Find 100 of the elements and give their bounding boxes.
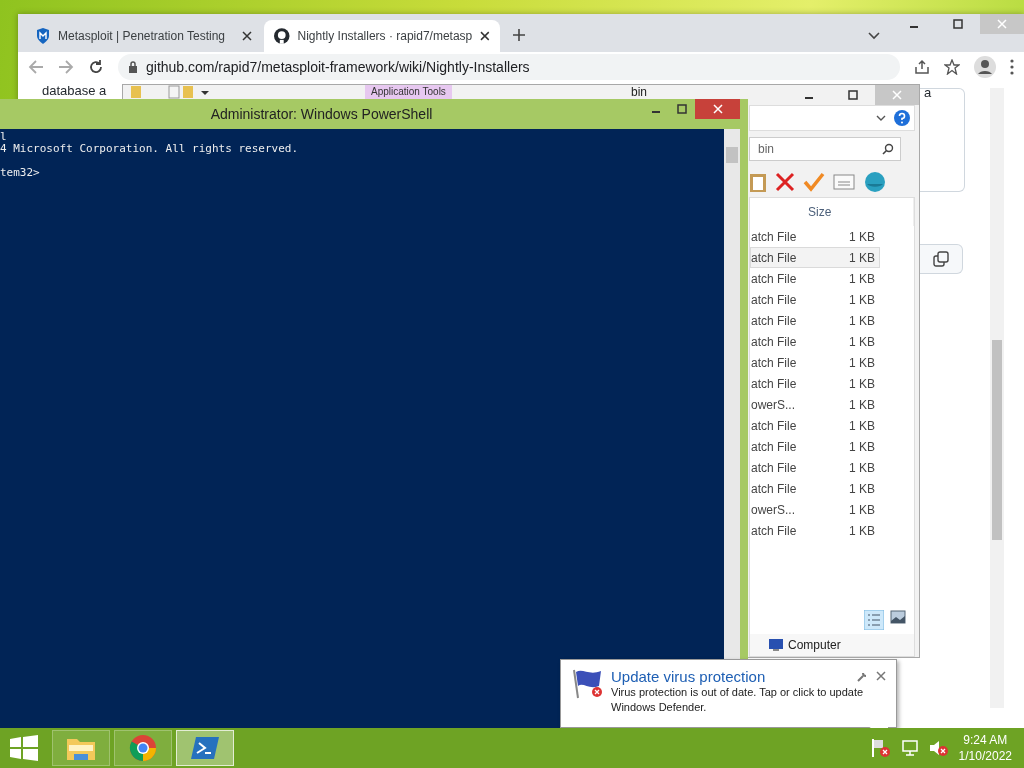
file-size: 1 KB: [849, 481, 875, 496]
file-type: atch File: [751, 334, 797, 349]
file-size: 1 KB: [849, 523, 875, 538]
delete-icon[interactable]: [775, 172, 795, 192]
file-size: 1 KB: [849, 502, 875, 517]
taskbar-button[interactable]: [114, 730, 172, 766]
file-type: atch File: [751, 229, 797, 244]
column-header[interactable]: Size: [808, 205, 832, 219]
file-row[interactable]: atch File 1 KB: [750, 520, 880, 541]
copy-button[interactable]: [920, 244, 963, 274]
scrollbar[interactable]: [990, 88, 1004, 708]
file-type: atch File: [751, 250, 797, 265]
flag-error-icon[interactable]: [870, 738, 891, 758]
star-icon[interactable]: [944, 59, 960, 75]
shield-icon: [36, 28, 50, 44]
console-line: l: [0, 131, 8, 143]
file-size: 1 KB: [849, 334, 875, 349]
file-row[interactable]: atch File 1 KB: [750, 289, 880, 310]
lock-icon: [128, 61, 138, 73]
flag-error-icon: [571, 668, 605, 700]
file-type: atch File: [751, 481, 797, 496]
close-icon[interactable]: [480, 31, 490, 41]
file-row[interactable]: owerS... 1 KB: [750, 394, 880, 415]
file-size: 1 KB: [849, 355, 875, 370]
file-type: owerS...: [751, 502, 795, 517]
file-size: 1 KB: [849, 313, 875, 328]
clipboard-icon[interactable]: [749, 171, 767, 193]
file-type: atch File: [751, 460, 797, 475]
file-size: 1 KB: [849, 376, 875, 391]
search-field[interactable]: bin: [749, 137, 901, 161]
browser-tab[interactable]: Nightly Installers · rapid7/metasp: [264, 20, 500, 52]
notification-toast[interactable]: Update virus protection Virus protection is out of date. Tap or click to update Windows Defender.: [560, 659, 897, 728]
copy-icon: [933, 251, 949, 267]
tab-title: Metasploit | Penetration Testing: [58, 29, 226, 43]
maximize-icon[interactable]: [677, 104, 687, 114]
file-type: atch File: [751, 439, 797, 454]
file-row[interactable]: atch File 1 KB: [750, 268, 880, 289]
checkmark-icon[interactable]: [803, 172, 825, 192]
taskbar-button[interactable]: [176, 730, 234, 766]
file-type: atch File: [751, 523, 797, 538]
file-type: atch File: [751, 418, 797, 433]
image-view-icon[interactable]: [890, 610, 906, 624]
file-type: atch File: [751, 313, 797, 328]
page-text: database a: [42, 84, 107, 98]
help-icon[interactable]: [894, 110, 910, 126]
file-type: atch File: [751, 376, 797, 391]
window-title: bin: [631, 85, 647, 99]
file-row[interactable]: atch File 1 KB: [750, 247, 880, 268]
search-input[interactable]: bin: [756, 141, 882, 157]
file-row[interactable]: atch File 1 KB: [750, 373, 880, 394]
globe-icon[interactable]: [863, 171, 887, 193]
maximize-icon[interactable]: [953, 19, 963, 29]
file-type: atch File: [751, 292, 797, 307]
url-text: github.com/rapid7/metasploit-framework/wiki/Nightly-Installers: [146, 59, 530, 75]
file-size: 1 KB: [849, 250, 875, 265]
start-icon[interactable]: [10, 735, 38, 761]
reload-icon[interactable]: [88, 59, 104, 75]
file-size: 1 KB: [849, 292, 875, 307]
share-icon[interactable]: [914, 59, 930, 75]
close-icon[interactable]: [242, 31, 252, 41]
new-tab-icon[interactable]: [512, 28, 526, 42]
page-text: a: [924, 86, 932, 100]
nav-item[interactable]: Computer: [750, 634, 914, 656]
powershell-icon: [190, 736, 220, 760]
file-size: 1 KB: [849, 229, 875, 244]
file-row[interactable]: atch File 1 KB: [750, 415, 880, 436]
file-size: 1 KB: [849, 397, 875, 412]
ribbon-tab[interactable]: Application Tools: [365, 85, 452, 99]
chevron-down-icon[interactable]: [876, 115, 886, 121]
console-line: 4 Microsoft Corporation. All rights reserved.: [0, 143, 299, 155]
menu-icon[interactable]: [1010, 59, 1014, 75]
file-type: owerS...: [751, 397, 795, 412]
avatar-icon[interactable]: [974, 56, 996, 78]
file-size: 1 KB: [849, 439, 875, 454]
chevron-down-icon[interactable]: [868, 32, 880, 40]
file-row[interactable]: atch File 1 KB: [750, 436, 880, 457]
file-row[interactable]: atch File 1 KB: [750, 310, 880, 331]
wrench-icon[interactable]: [856, 671, 868, 683]
speaker-muted-icon[interactable]: [928, 739, 949, 757]
file-row[interactable]: atch File 1 KB: [750, 478, 880, 499]
taskbar-button[interactable]: [52, 730, 110, 766]
file-type: atch File: [751, 355, 797, 370]
file-row[interactable]: atch File 1 KB: [750, 352, 880, 373]
file-size: 1 KB: [849, 271, 875, 286]
browser-tab[interactable]: Metasploit | Penetration Testing: [26, 20, 262, 52]
network-icon[interactable]: [900, 739, 919, 757]
computer-icon: [768, 638, 784, 652]
search-icon[interactable]: [882, 143, 894, 155]
tab-title: Nightly Installers · rapid7/metasp: [297, 29, 473, 43]
file-size: 1 KB: [849, 460, 875, 475]
window-title: Administrator: Windows PowerShell: [209, 106, 434, 122]
chrome-icon: [129, 734, 157, 762]
file-row[interactable]: atch File 1 KB: [750, 226, 880, 247]
address-bar[interactable]: github.com/rapid7/metasploit-framework/wiki/Nightly-Installers: [118, 54, 900, 80]
file-row[interactable]: atch File 1 KB: [750, 457, 880, 478]
maximize-icon[interactable]: [848, 90, 858, 100]
file-size: 1 KB: [849, 418, 875, 433]
file-row[interactable]: owerS... 1 KB: [750, 499, 880, 520]
address-bar[interactable]: [749, 105, 915, 131]
file-row[interactable]: atch File 1 KB: [750, 331, 880, 352]
